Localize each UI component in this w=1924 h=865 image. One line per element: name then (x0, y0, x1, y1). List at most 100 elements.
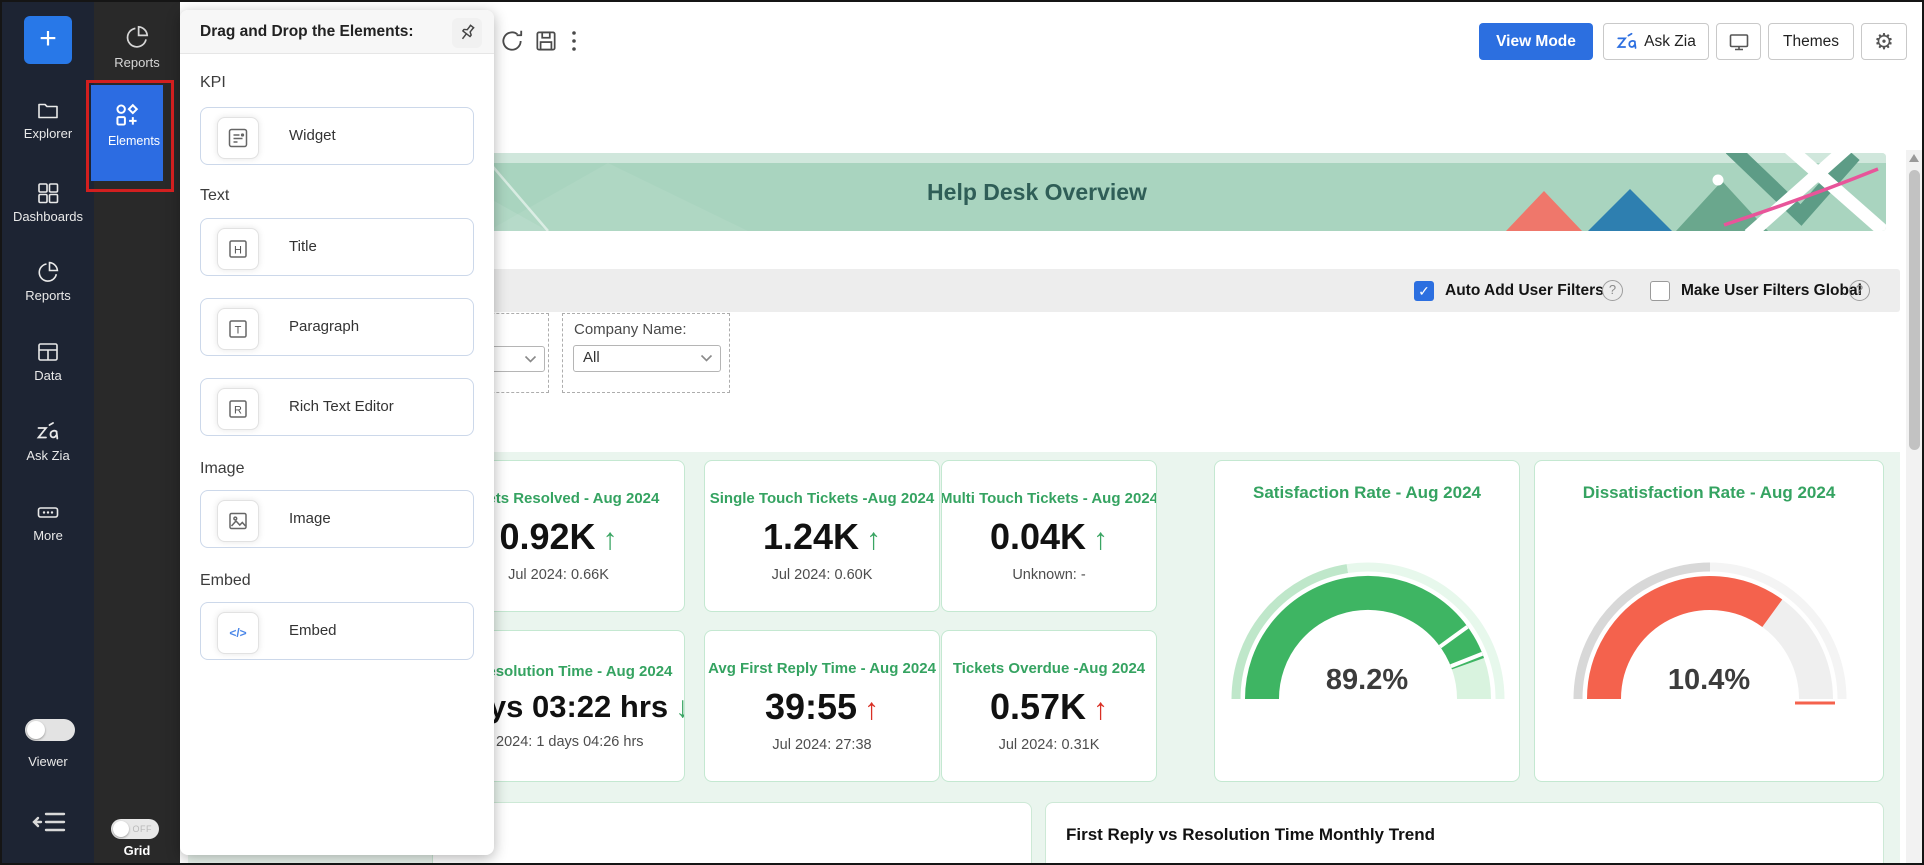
gauge-card-dissatisfaction[interactable]: Dissatisfaction Rate - Aug 2024 10.4% (1534, 460, 1884, 782)
company-filter-box: Company Name: All (562, 313, 730, 393)
strip-item-label: Reports (94, 55, 180, 70)
grid-toggle[interactable]: OFF (111, 819, 159, 839)
sidebar-item-reports[interactable]: Reports (2, 260, 94, 303)
auto-add-user-filters-checkbox[interactable]: ✓ (1414, 281, 1434, 301)
help-icon[interactable]: ? (1849, 280, 1870, 301)
selected-value: All (583, 349, 600, 366)
panel-item-image[interactable]: Image (200, 490, 474, 548)
button-label: Ask Zia (1644, 33, 1696, 51)
gauge-card-satisfaction[interactable]: Satisfaction Rate - Aug 2024 89.2% (1214, 460, 1520, 782)
create-new-button[interactable]: + (24, 16, 72, 64)
sidebar-item-data[interactable]: Data (2, 340, 94, 383)
kpi-title: Single Touch Tickets -Aug 2024 (710, 490, 935, 507)
chevron-down-icon (524, 355, 537, 364)
vertical-scrollbar[interactable] (1906, 150, 1923, 865)
sidebar-item-dashboards[interactable]: Dashboards (2, 181, 94, 224)
panel-item-label: Rich Text Editor (289, 379, 394, 435)
kpi-value: 1.24K↑ (763, 516, 881, 558)
more-options-icon[interactable] (568, 28, 580, 54)
button-label: View Mode (1496, 33, 1576, 51)
dashboards-grid-icon (36, 181, 60, 205)
grid-toggle-label: Grid (94, 843, 180, 858)
scrollbar-up-arrow[interactable] (1909, 154, 1919, 162)
kpi-value: 0.92K↑ (499, 516, 617, 558)
zia-icon (1616, 31, 1638, 53)
gauge-value: 10.4% (1535, 664, 1883, 697)
scrollbar-thumb[interactable] (1909, 170, 1920, 450)
sidebar-item-more[interactable]: More (2, 500, 94, 543)
section-label-image: Image (200, 460, 244, 478)
widget-icon (217, 117, 259, 159)
elements-panel: Drag and Drop the Elements: KPI Widget T… (180, 10, 494, 855)
panel-item-embed[interactable]: </> Embed (200, 602, 474, 660)
panel-item-rich-text[interactable]: R Rich Text Editor (200, 378, 474, 436)
kpi-comparison: Jul 2024: 1 days 04:26 hrs (473, 734, 643, 750)
monitor-icon (1727, 30, 1751, 54)
embed-code-icon: </> (217, 612, 259, 654)
bottom-left-widget[interactable] (432, 802, 1032, 865)
kpi-card-multi-touch[interactable]: Multi Touch Tickets - Aug 2024 0.04K↑ Un… (941, 460, 1157, 612)
trend-chart-widget[interactable]: First Reply vs Resolution Time Monthly T… (1045, 802, 1884, 865)
pin-panel-button[interactable] (452, 18, 482, 48)
ask-zia-button[interactable]: Ask Zia (1603, 23, 1709, 60)
sidebar-item-label: More (2, 528, 94, 543)
company-filter-dropdown[interactable]: All (573, 345, 721, 372)
svg-text:T: T (235, 325, 242, 337)
sidebar-item-explorer[interactable]: Explorer (2, 98, 94, 141)
chart-title: First Reply vs Resolution Time Monthly T… (1066, 825, 1435, 845)
folder-icon (36, 98, 60, 122)
presentation-button[interactable] (1716, 23, 1761, 60)
kpi-card-tickets-overdue[interactable]: Tickets Overdue -Aug 2024 0.57K↑ Jul 202… (941, 630, 1157, 782)
refresh-icon[interactable] (499, 28, 525, 54)
make-user-filters-global-label: Make User Filters Global (1681, 282, 1862, 300)
strip-item-reports[interactable]: Reports (94, 24, 180, 70)
help-icon[interactable]: ? (1602, 280, 1623, 301)
themes-button[interactable]: Themes (1768, 23, 1854, 60)
panel-item-label: Paragraph (289, 299, 359, 355)
panel-title: Drag and Drop the Elements: (200, 10, 414, 54)
kpi-card-single-touch[interactable]: Single Touch Tickets -Aug 2024 1.24K↑ Ju… (704, 460, 940, 612)
sidebar-item-label: Explorer (2, 126, 94, 141)
zia-icon (36, 420, 60, 444)
kpi-comparison: Jul 2024: 0.60K (772, 567, 873, 583)
panel-header: Drag and Drop the Elements: (180, 10, 494, 54)
annotation-highlight-box (86, 80, 174, 192)
settings-button[interactable]: ⚙ (1861, 23, 1907, 60)
svg-text:R: R (234, 405, 242, 417)
kpi-value: 39:55↑ (765, 686, 879, 728)
collapse-sidebar-icon[interactable] (32, 808, 68, 836)
trend-arrow-icon: ↓ (675, 691, 685, 724)
panel-item-widget[interactable]: Widget (200, 107, 474, 165)
gauge-title: Dissatisfaction Rate - Aug 2024 (1535, 483, 1883, 503)
trend-arrow-icon: ↑ (864, 693, 879, 726)
panel-item-paragraph[interactable]: T Paragraph (200, 298, 474, 356)
title-icon: H (217, 228, 259, 270)
save-icon[interactable] (533, 28, 559, 54)
viewer-toggle[interactable] (25, 719, 75, 741)
trend-arrow-icon: ↑ (603, 523, 618, 556)
sidebar-item-ask-zia[interactable]: Ask Zia (2, 420, 94, 463)
kpi-value: 0.04K↑ (990, 516, 1108, 558)
panel-item-label: Widget (289, 108, 336, 164)
more-ellipsis-icon (36, 500, 60, 524)
trend-arrow-icon: ↑ (1093, 523, 1108, 556)
pie-chart-icon (36, 260, 60, 284)
panel-item-title[interactable]: H Title (200, 218, 474, 276)
panel-item-label: Embed (289, 603, 337, 659)
section-label-kpi: KPI (200, 74, 226, 92)
gear-icon: ⚙ (1874, 29, 1894, 55)
paragraph-icon: T (217, 308, 259, 350)
view-mode-button[interactable]: View Mode (1479, 23, 1593, 60)
kpi-value: 0.57K↑ (990, 686, 1108, 728)
data-table-icon (36, 340, 60, 364)
chevron-down-icon (700, 354, 713, 363)
panel-item-label: Image (289, 491, 331, 547)
make-user-filters-global-checkbox[interactable] (1650, 281, 1670, 301)
kpi-comparison: Jul 2024: 0.31K (999, 737, 1100, 753)
kpi-title: Tickets Overdue -Aug 2024 (953, 660, 1145, 677)
kpi-comparison: Unknown: - (1012, 567, 1085, 583)
sidebar-item-label: Ask Zia (2, 448, 94, 463)
trend-arrow-icon: ↑ (1093, 693, 1108, 726)
kpi-card-avg-first-reply[interactable]: Avg First Reply Time - Aug 2024 39:55↑ J… (704, 630, 940, 782)
grid-toggle-state: OFF (133, 824, 153, 834)
